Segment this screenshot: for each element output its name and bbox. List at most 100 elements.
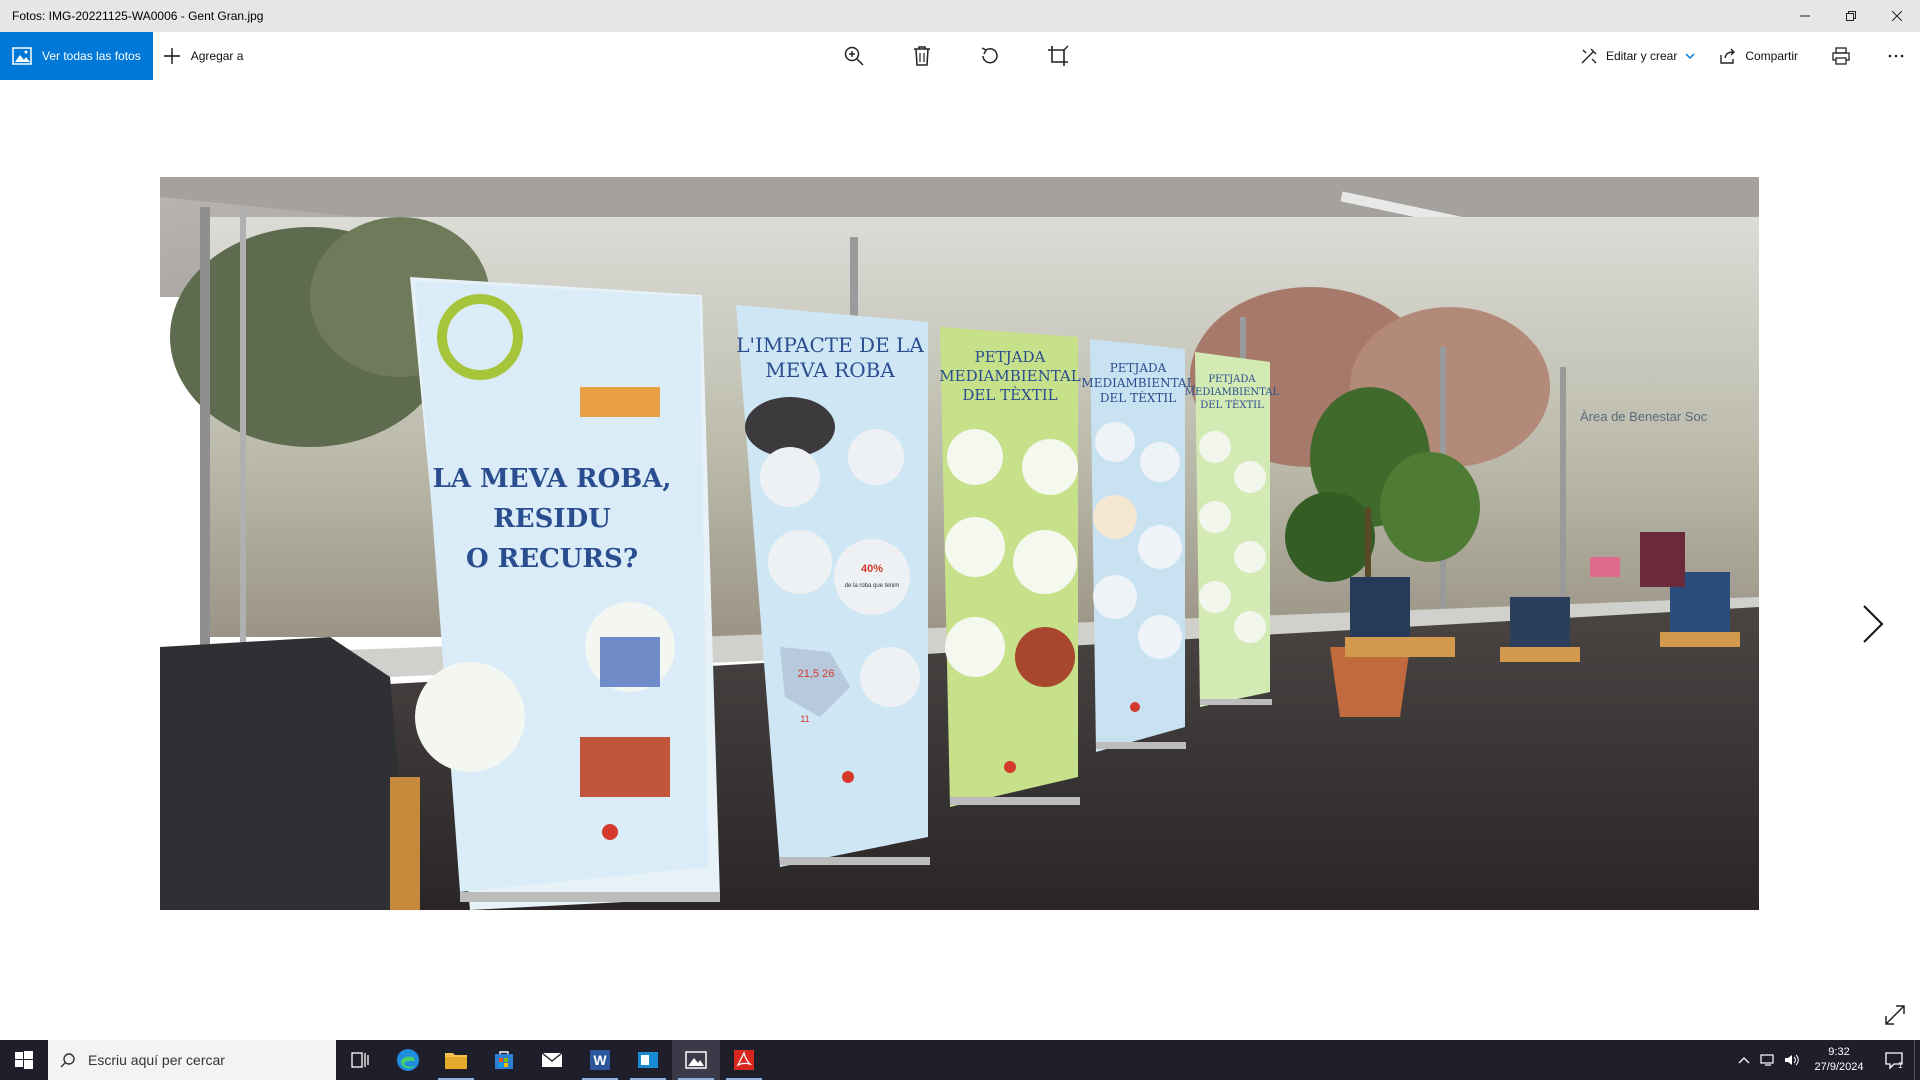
svg-text:PETJADA: PETJADA: [1110, 361, 1167, 375]
print-icon: [1832, 47, 1850, 65]
edit-create-button[interactable]: Editar y crear: [1568, 32, 1707, 80]
chevron-up-icon: [1738, 1057, 1750, 1064]
show-hidden-icons-button[interactable]: [1732, 1040, 1756, 1080]
search-placeholder: Escriu aquí per cercar: [88, 1052, 225, 1068]
taskbar-search[interactable]: Escriu aquí per cercar: [48, 1040, 336, 1080]
add-to-button[interactable]: Agregar a: [153, 32, 254, 80]
crop-button[interactable]: [1044, 42, 1072, 70]
edge-app[interactable]: [384, 1040, 432, 1080]
print-button[interactable]: [1810, 32, 1872, 80]
task-view-icon: [351, 1052, 369, 1068]
right-tools: Editar y crear Compartir: [1568, 32, 1920, 80]
photos-app[interactable]: [672, 1040, 720, 1080]
clock-time: 9:32: [1828, 1046, 1850, 1058]
edit-create-label: Editar y crear: [1605, 49, 1678, 63]
svg-text:40%: 40%: [861, 563, 883, 575]
svg-text:PETJADA: PETJADA: [1208, 374, 1256, 385]
see-all-photos-label: Ver todas las fotos: [42, 49, 141, 63]
svg-text:RESIDU: RESIDU: [493, 504, 611, 534]
minimize-button[interactable]: [1782, 0, 1828, 32]
svg-text:DEL TÈXTIL: DEL TÈXTIL: [1100, 390, 1176, 405]
show-desktop-button[interactable]: [1914, 1040, 1920, 1080]
svg-text:21,5 26: 21,5 26: [798, 668, 835, 680]
notification-icon: 1: [1885, 1052, 1903, 1070]
file-explorer-app[interactable]: [432, 1040, 480, 1080]
taskbar: Escriu aquí per cercar W 9:32 27/9/2024 …: [0, 1040, 1920, 1080]
see-all-photos-button[interactable]: Ver todas las fotos: [0, 32, 153, 80]
store-icon: [495, 1051, 513, 1069]
expand-icon: [1885, 1005, 1905, 1025]
minimize-icon: [1800, 15, 1810, 17]
share-label: Compartir: [1745, 49, 1798, 63]
svg-text:LA MEVA ROBA,: LA MEVA ROBA,: [433, 464, 672, 494]
chevron-right-icon: [1863, 605, 1884, 643]
zoom-button[interactable]: [840, 42, 868, 70]
more-options-button[interactable]: [1872, 32, 1920, 80]
clock[interactable]: 9:32 27/9/2024: [1804, 1045, 1874, 1075]
plus-icon: [163, 48, 180, 64]
chevron-down-icon: [1685, 53, 1695, 60]
network-icon: [1760, 1054, 1774, 1066]
svg-text:1: 1: [1898, 1061, 1903, 1070]
photo-tools: [840, 32, 1072, 80]
photos-app-icon: [685, 1051, 707, 1069]
word-app[interactable]: W: [576, 1040, 624, 1080]
svg-text:DEL TÈXTIL: DEL TÈXTIL: [1200, 399, 1264, 411]
word-icon: W: [590, 1050, 610, 1070]
more-icon: [1888, 54, 1904, 58]
mail-app[interactable]: [528, 1040, 576, 1080]
task-view-button[interactable]: [336, 1040, 384, 1080]
share-icon: [1720, 48, 1736, 64]
window-title: Fotos: IMG-20221125-WA0006 - Gent Gran.j…: [12, 9, 264, 23]
network-button[interactable]: [1756, 1040, 1780, 1080]
search-icon: [60, 1053, 75, 1068]
acrobat-app[interactable]: [720, 1040, 768, 1080]
svg-text:W: W: [593, 1052, 607, 1068]
share-button[interactable]: Compartir: [1707, 32, 1810, 80]
close-button[interactable]: [1874, 0, 1920, 32]
next-photo-button[interactable]: [1858, 600, 1888, 648]
acrobat-icon: [734, 1050, 754, 1070]
clock-date: 27/9/2024: [1814, 1061, 1864, 1073]
svg-text:DEL TÈXTIL: DEL TÈXTIL: [962, 386, 1057, 404]
store-app[interactable]: [480, 1040, 528, 1080]
fullscreen-button[interactable]: [1884, 1004, 1908, 1028]
restore-icon: [1846, 11, 1856, 21]
close-icon: [1892, 11, 1902, 21]
photo-viewer: Àrea de Benestar Soc LA MEVA ROBA, RESID…: [0, 80, 1920, 1040]
add-to-label: Agregar a: [190, 49, 244, 63]
svg-text:de la roba que tenim: de la roba que tenim: [845, 583, 900, 589]
rotate-button[interactable]: [976, 42, 1004, 70]
edge-icon: [397, 1049, 419, 1071]
command-bar: Ver todas las fotos Agregar a Editar y c…: [0, 32, 1920, 80]
volume-icon: [1785, 1054, 1799, 1066]
photos-icon: [12, 47, 32, 65]
glass-sign: Àrea de Benestar Soc: [1580, 409, 1708, 424]
svg-text:MEDIAMBIENTAL: MEDIAMBIENTAL: [939, 367, 1080, 385]
windows-icon: [15, 1051, 33, 1069]
file-explorer-icon: [445, 1053, 467, 1069]
crop-icon: [1048, 45, 1069, 66]
volume-button[interactable]: [1780, 1040, 1804, 1080]
edit-create-icon: [1581, 48, 1597, 64]
delete-button[interactable]: [908, 42, 936, 70]
action-center-button[interactable]: 1: [1874, 1040, 1914, 1080]
app-window[interactable]: [624, 1040, 672, 1080]
photo: Àrea de Benestar Soc LA MEVA ROBA, RESID…: [160, 177, 1759, 910]
svg-text:O RECURS?: O RECURS?: [466, 544, 638, 574]
svg-text:PETJADA: PETJADA: [975, 348, 1046, 366]
mail-icon: [541, 1052, 563, 1067]
app-icon: [638, 1052, 658, 1068]
system-tray: 9:32 27/9/2024 1: [1732, 1040, 1920, 1080]
photo-scene: Àrea de Benestar Soc LA MEVA ROBA, RESID…: [160, 177, 1759, 910]
start-button[interactable]: [0, 1040, 48, 1080]
zoom-icon: [844, 46, 864, 66]
rotate-icon: [981, 47, 998, 64]
restore-button[interactable]: [1828, 0, 1874, 32]
title-bar: Fotos: IMG-20221125-WA0006 - Gent Gran.j…: [0, 0, 1920, 32]
delete-icon: [914, 46, 930, 66]
svg-text:L'IMPACTE DE LA: L'IMPACTE DE LA: [736, 333, 924, 357]
svg-text:MEVA ROBA: MEVA ROBA: [765, 358, 895, 382]
svg-text:MEDIAMBIENTAL: MEDIAMBIENTAL: [1081, 376, 1194, 390]
svg-text:MEDIAMBIENTAL: MEDIAMBIENTAL: [1185, 387, 1280, 398]
